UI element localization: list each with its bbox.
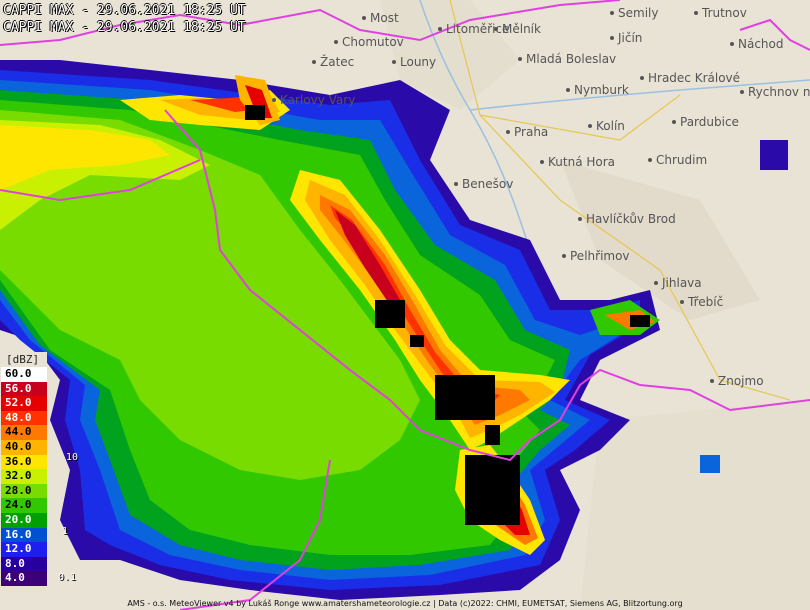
legend-level: 52.0 xyxy=(1,396,47,411)
legend-level: 28.0 xyxy=(1,483,47,499)
legend-level: 36.0 xyxy=(1,454,47,470)
city-marker xyxy=(334,40,338,44)
city-marker xyxy=(610,36,614,40)
city-label: Karlovy Vary xyxy=(280,93,355,107)
city-label: Pelhřimov xyxy=(570,249,630,263)
city-marker xyxy=(740,90,744,94)
city-label: Kolín xyxy=(596,119,625,133)
legend-level: 16.0 xyxy=(1,527,47,543)
city-marker xyxy=(272,98,276,102)
city-label: Náchod xyxy=(738,37,784,51)
city-label: Benešov xyxy=(462,177,513,191)
legend-level: 4.0 xyxy=(1,571,47,586)
legend-level: 24.0 xyxy=(1,498,47,513)
scale-mark: 1 xyxy=(62,526,69,537)
legend-scale: 60.0 56.0 52.0 48.0 44.0 40.0 36.0 32.0 28.0 24.0… xyxy=(1,367,47,586)
city-marker xyxy=(672,120,676,124)
city-label: Hradec Králové xyxy=(648,71,740,85)
small-echo xyxy=(700,455,720,473)
city-label: Rychnov n xyxy=(748,85,810,99)
city-label: Louny xyxy=(400,55,436,69)
city-label: Pardubice xyxy=(680,115,739,129)
city-marker xyxy=(566,88,570,92)
city-label: Nymburk xyxy=(574,83,629,97)
city-marker xyxy=(654,281,658,285)
city-marker xyxy=(494,27,498,31)
city-marker xyxy=(312,60,316,64)
city-label: Kutná Hora xyxy=(548,155,615,169)
city-label: Znojmo xyxy=(718,374,764,388)
city-label: Semily xyxy=(618,6,658,20)
city-label: Praha xyxy=(514,125,548,139)
city-marker xyxy=(694,11,698,15)
city-marker xyxy=(640,76,644,80)
city-marker xyxy=(578,217,582,221)
city-label: Havlíčkův Brod xyxy=(586,212,676,226)
product-subtitle: CAPPI MAX - 29.06.2021 18:25 UT xyxy=(3,20,246,35)
city-marker xyxy=(710,379,714,383)
city-marker xyxy=(438,27,442,31)
legend-level: 48.0 xyxy=(1,410,47,426)
city-marker xyxy=(362,16,366,20)
legend-title: [dBZ] xyxy=(1,352,47,367)
city-marker xyxy=(648,158,652,162)
city-label: Chomutov xyxy=(342,35,404,49)
city-label: Mladá Boleslav xyxy=(526,52,616,66)
map-canvas: Most Litoměřice Semily Trutnov Chomutov Mělní… xyxy=(0,0,810,610)
city-label: Jihlava xyxy=(661,276,702,290)
scale-mark: 10 xyxy=(66,452,79,463)
legend-level: 8.0 xyxy=(1,556,47,572)
city-marker xyxy=(588,124,592,128)
legend-level: 32.0 xyxy=(1,469,47,484)
city-marker xyxy=(562,254,566,258)
city-marker xyxy=(506,130,510,134)
radar-map: Most Litoměřice Semily Trutnov Chomutov Mělní… xyxy=(0,0,810,610)
scale-mark: 0.1 xyxy=(58,572,77,583)
city-label: Mělník xyxy=(502,22,541,36)
city-marker xyxy=(518,57,522,61)
city-marker xyxy=(730,42,734,46)
city-marker xyxy=(680,300,684,304)
city-label: Trutnov xyxy=(701,6,747,20)
city-label: Jičín xyxy=(617,31,642,45)
legend-level: 60.0 xyxy=(1,367,47,382)
dbz-legend: [dBZ] 60.0 56.0 52.0 48.0 44.0 40.0 36.0 32.0 28… xyxy=(1,352,47,586)
legend-level: 56.0 xyxy=(1,381,47,397)
legend-level: 44.0 xyxy=(1,425,47,440)
legend-level: 12.0 xyxy=(1,542,47,557)
data-credits: AMS - o.s. MeteoViewer v4 by Lukáš Ronge… xyxy=(127,599,683,608)
legend-level: 20.0 xyxy=(1,512,47,528)
city-label: Most xyxy=(370,11,399,25)
city-marker xyxy=(392,60,396,64)
city-marker xyxy=(540,160,544,164)
city-label: Žatec xyxy=(320,54,354,69)
product-title: CAPPI MAX - 29.06.2021 18:25 UT xyxy=(3,3,246,18)
city-label: Chrudim xyxy=(656,153,707,167)
city-label: Litoměřice xyxy=(446,22,509,36)
small-echo xyxy=(760,140,788,170)
city-label: Třebíč xyxy=(687,295,723,309)
city-marker xyxy=(610,11,614,15)
legend-level: 40.0 xyxy=(1,439,47,455)
city-marker xyxy=(454,182,458,186)
